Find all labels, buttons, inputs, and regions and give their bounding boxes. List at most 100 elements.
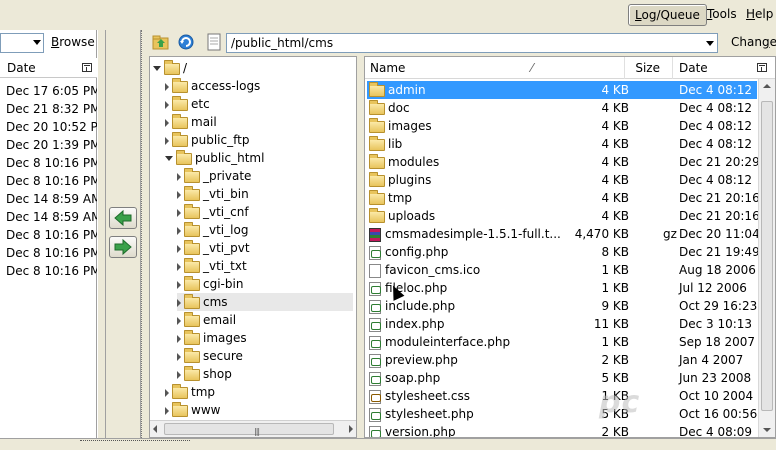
refresh-icon[interactable] xyxy=(177,33,195,51)
list-item[interactable]: Dec 20 1:39 PM xyxy=(6,136,108,154)
remote-path-input[interactable]: /public_html/cms xyxy=(226,33,718,53)
list-item[interactable]: Dec 8 10:16 PM xyxy=(6,172,108,190)
middle-splitter[interactable] xyxy=(141,30,149,438)
file-row[interactable]: fileloc.php 1 KB Jul 12 2006 xyxy=(367,279,757,297)
log-queue-button[interactable]: Log/Queue xyxy=(628,4,707,26)
tree-item[interactable]: cgi-bin xyxy=(177,275,353,293)
file-row[interactable]: version.php 2 KB Dec 4 08:09 xyxy=(367,423,757,437)
tree-item[interactable]: tmp xyxy=(165,383,353,401)
tree-horizontal-scrollbar[interactable]: ||| xyxy=(150,420,356,437)
list-item[interactable]: Dec 14 8:59 AM xyxy=(6,190,108,208)
change-button[interactable]: Change xyxy=(731,35,776,49)
expand-closed-icon[interactable] xyxy=(165,388,169,397)
expand-closed-icon[interactable] xyxy=(177,298,181,307)
list-item[interactable]: Dec 21 8:32 PM xyxy=(6,100,108,118)
scrollbar-thumb[interactable]: ||| xyxy=(164,423,334,436)
expand-closed-icon[interactable] xyxy=(177,370,181,379)
expand-open-icon[interactable] xyxy=(165,156,173,161)
size-column-header[interactable]: Size xyxy=(625,57,673,79)
help-menu[interactable]: Help xyxy=(740,4,776,26)
date-column-header[interactable]: Date xyxy=(7,61,36,75)
local-column-header[interactable]: Date xyxy=(0,58,97,78)
expand-closed-icon[interactable] xyxy=(177,244,181,253)
left-splitter[interactable] xyxy=(97,30,105,438)
file-row[interactable]: stylesheet.css 1 KB Oct 10 2004 xyxy=(367,387,757,405)
column-chooser-icon[interactable] xyxy=(82,63,92,72)
expand-closed-icon[interactable] xyxy=(177,208,181,217)
tree-item[interactable]: shop xyxy=(177,365,353,383)
tree-item[interactable]: secure xyxy=(177,347,353,365)
expand-closed-icon[interactable] xyxy=(177,262,181,271)
local-path-combo[interactable] xyxy=(0,33,44,53)
tree-item[interactable]: _vti_txt xyxy=(177,257,353,275)
file-row[interactable]: soap.php 5 KB Jun 23 2008 xyxy=(367,369,757,387)
tree-item[interactable]: mail xyxy=(165,113,353,131)
file-row[interactable]: modules 4 KB Dec 21 20:29 xyxy=(367,153,760,171)
scroll-up-icon[interactable] xyxy=(763,84,771,88)
file-list-vertical-scrollbar[interactable] xyxy=(758,79,775,437)
scrollbar-thumb[interactable] xyxy=(761,101,773,411)
expand-closed-icon[interactable] xyxy=(165,100,169,109)
expand-closed-icon[interactable] xyxy=(165,136,169,145)
tree-item[interactable]: public_ftp xyxy=(165,131,353,149)
tree-item[interactable]: email xyxy=(177,311,353,329)
list-item[interactable]: Dec 8 10:16 PM xyxy=(6,154,108,172)
expand-closed-icon[interactable] xyxy=(177,316,181,325)
expand-closed-icon[interactable] xyxy=(177,334,181,343)
expand-closed-icon[interactable] xyxy=(177,172,181,181)
browse-button[interactable]: Browse xyxy=(51,35,95,49)
expand-closed-icon[interactable] xyxy=(177,352,181,361)
expand-closed-icon[interactable] xyxy=(165,82,169,91)
expand-open-icon[interactable] xyxy=(153,66,161,71)
file-row[interactable]: plugins 4 KB Dec 4 08:12 xyxy=(367,171,757,189)
expand-closed-icon[interactable] xyxy=(165,406,169,415)
tree-item[interactable]: _private xyxy=(177,167,353,185)
expand-closed-icon[interactable] xyxy=(177,280,181,289)
file-row[interactable]: cmsmadesimple-1.5.1-full.t... 4,470 KB gz D… xyxy=(367,225,760,243)
list-item[interactable]: Dec 8 10:16 PM xyxy=(6,262,108,280)
list-item[interactable]: Dec 14 8:59 AM xyxy=(6,208,108,226)
file-row[interactable]: lib 4 KB Dec 4 08:12 xyxy=(367,135,757,153)
upload-button[interactable] xyxy=(109,236,137,258)
download-button[interactable] xyxy=(109,207,137,229)
tree-item[interactable]: access-logs xyxy=(165,77,353,95)
file-row[interactable]: preview.php 2 KB Jan 4 2007 xyxy=(367,351,757,369)
file-row[interactable]: admin 4 KB Dec 4 08:12 xyxy=(367,81,757,99)
file-row[interactable]: favicon_cms.ico 1 KB Aug 18 2006 xyxy=(367,261,757,279)
tree-item[interactable]: etc xyxy=(165,95,353,113)
file-row[interactable]: include.php 9 KB Oct 29 16:23 xyxy=(367,297,757,315)
file-row[interactable]: moduleinterface.php 1 KB Sep 18 2007 xyxy=(367,333,757,351)
expand-closed-icon[interactable] xyxy=(177,226,181,235)
list-item[interactable]: Dec 8 10:16 PM xyxy=(6,226,108,244)
expand-closed-icon[interactable] xyxy=(165,118,169,127)
tree-item[interactable]: / xyxy=(153,59,353,77)
tree-item[interactable]: _vti_pvt xyxy=(177,239,353,257)
column-chooser-icon[interactable] xyxy=(757,63,767,72)
list-item[interactable]: Dec 8 10:16 PM xyxy=(6,244,108,262)
file-row[interactable]: images 4 KB Dec 4 08:12 xyxy=(367,117,757,135)
chevron-down-icon[interactable] xyxy=(706,41,714,46)
tree-item[interactable]: _vti_bin xyxy=(177,185,353,203)
tools-menu[interactable]: Tools xyxy=(701,4,743,26)
right-splitter[interactable] xyxy=(357,56,364,438)
tree-item[interactable]: _vti_cnf xyxy=(177,203,353,221)
scroll-left-icon[interactable] xyxy=(153,425,157,433)
file-row[interactable]: uploads 4 KB Dec 21 20:16 xyxy=(367,207,760,225)
name-column-header[interactable]: Name ⁄ xyxy=(365,57,625,79)
scroll-down-icon[interactable] xyxy=(763,428,771,432)
file-row[interactable]: doc 4 KB Dec 4 08:12 xyxy=(367,99,757,117)
tree-item[interactable]: cms xyxy=(177,293,353,311)
tree-item[interactable]: public_html xyxy=(165,149,353,167)
file-row[interactable]: stylesheet.php 5 KB Oct 16 00:56 xyxy=(367,405,757,423)
scroll-right-icon[interactable] xyxy=(349,425,353,433)
expand-closed-icon[interactable] xyxy=(177,190,181,199)
tree-item[interactable]: images xyxy=(177,329,353,347)
tree-item[interactable]: _vti_log xyxy=(177,221,353,239)
tree-item[interactable]: www xyxy=(165,401,353,419)
list-item[interactable]: Dec 17 6:05 PM xyxy=(6,82,108,100)
file-row[interactable]: tmp 4 KB Dec 21 20:16 xyxy=(367,189,760,207)
parent-folder-icon[interactable] xyxy=(152,33,170,51)
list-item[interactable]: Dec 20 10:52 PM xyxy=(6,118,108,136)
date-column-header[interactable]: Date xyxy=(673,57,773,79)
file-row[interactable]: index.php 11 KB Dec 3 10:13 xyxy=(367,315,757,333)
